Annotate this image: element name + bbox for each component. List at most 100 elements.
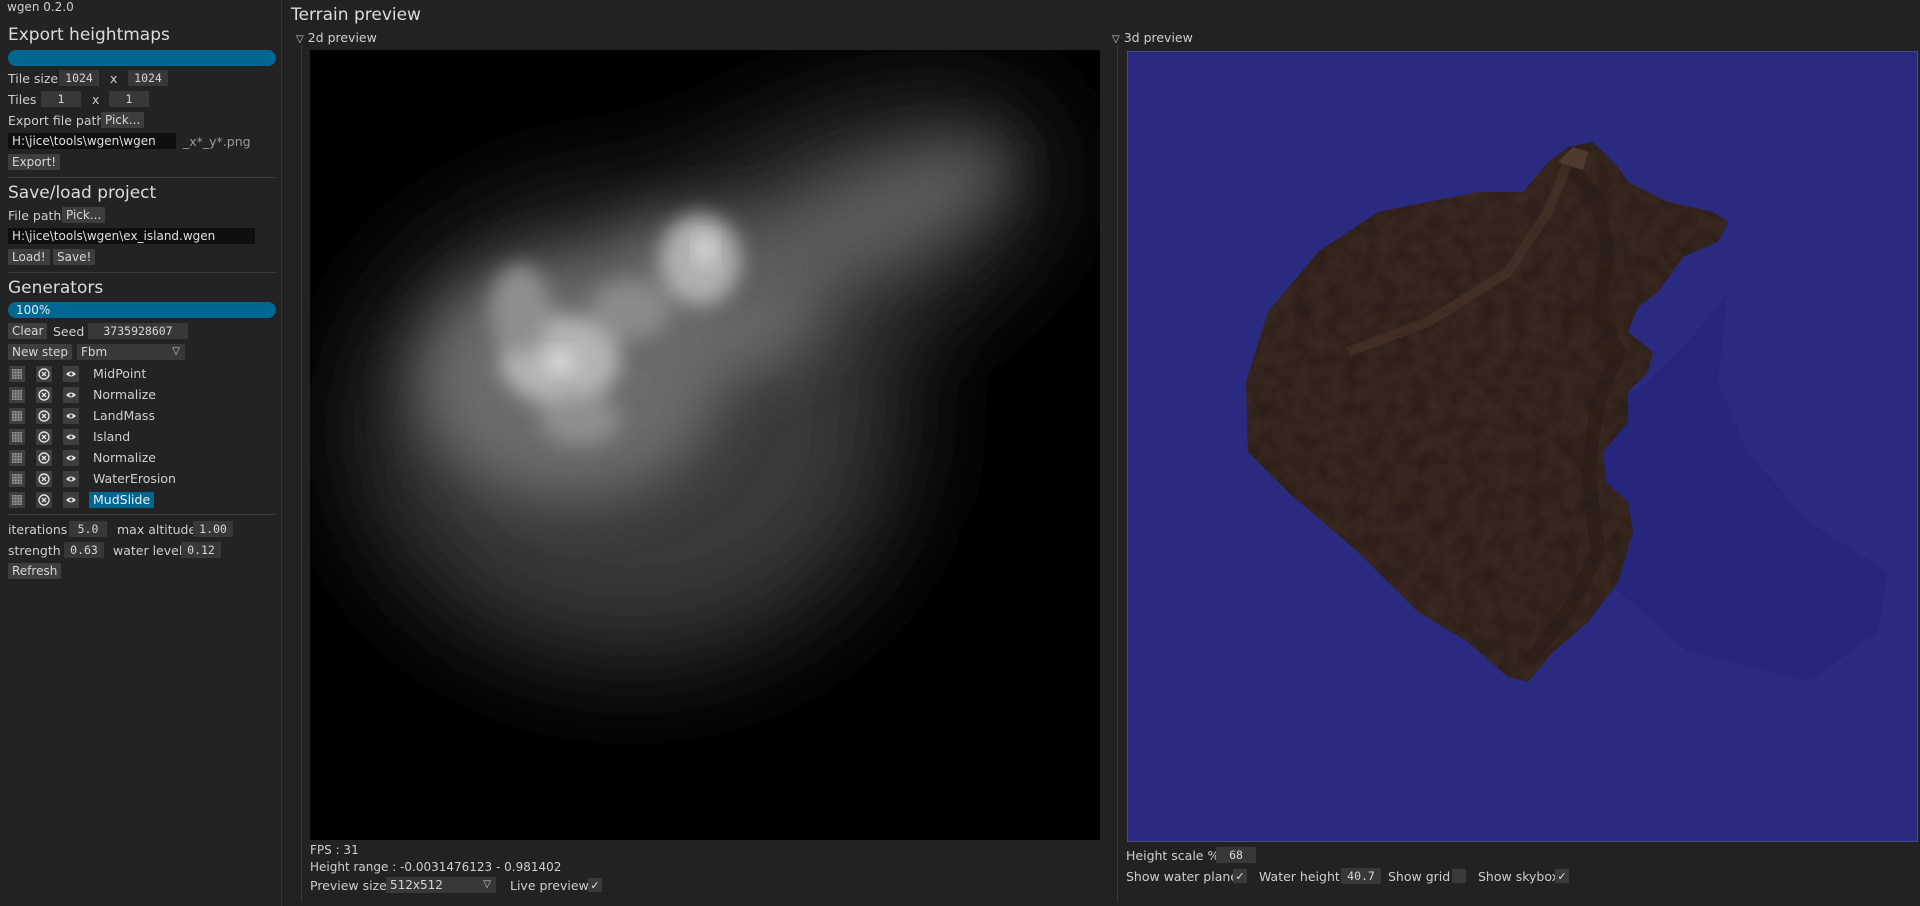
tiles-label: Tiles [8,92,37,107]
step-delete-button[interactable] [36,408,52,424]
step-delete-button[interactable] [36,387,52,403]
preview-size-label: Preview size [310,878,387,893]
generator-step-island[interactable]: Island [89,429,134,445]
check-icon: ✓ [1557,869,1567,883]
heightmap-image [310,50,1100,840]
height-scale-input[interactable]: 68 [1216,847,1256,863]
show-skybox-checkbox[interactable]: ✓ [1555,869,1569,883]
generator-step-mudslide[interactable]: MudSlide [89,492,155,508]
save-button[interactable]: Save! [53,249,96,265]
export-button[interactable]: Export! [8,154,61,170]
generators-progress-text: 100% [16,303,51,317]
step-delete-button[interactable] [36,450,52,466]
terrain-preview-title: Terrain preview [291,5,421,25]
water-height-input[interactable]: 40.7 [1341,868,1381,884]
height-scale-label: Height scale % [1126,848,1220,863]
iterations-input[interactable]: 5.0 [69,521,107,537]
heightmap-2d-view[interactable] [310,50,1100,840]
water-level-input[interactable]: 0.12 [181,542,221,558]
show-grid-label: Show grid [1388,869,1451,884]
tile-height-input[interactable]: 1024 [128,70,168,86]
close-circle-icon [38,494,50,506]
export-path-input[interactable]: H:\jice\tools\wgen\wgen [8,133,176,149]
load-button[interactable]: Load! [8,249,50,265]
step-visibility-button[interactable] [63,366,79,382]
step-visibility-button[interactable] [63,450,79,466]
eye-icon [66,434,76,440]
step-delete-button[interactable] [36,366,52,382]
export-section-title: Export heightmaps [8,25,170,45]
step-texture-button[interactable] [9,408,25,424]
tile-width-input[interactable]: 1024 [59,70,99,86]
eye-icon [66,371,76,377]
step-texture-button[interactable] [9,450,25,466]
step-type-dropdown[interactable]: Fbm ▽ [77,344,185,360]
close-circle-icon [38,431,50,443]
live-preview-checkbox[interactable]: ✓ [588,878,602,892]
preview-size-value: 512x512 [390,878,443,892]
preview2d-title: 2d preview [307,30,377,45]
texture-icon [12,453,22,463]
panel-border [301,46,302,902]
water-level-label: water level [113,543,183,558]
strength-input[interactable]: 0.63 [64,542,104,558]
tile-size-label: Tile size [8,71,59,86]
strength-label: strength [8,543,61,558]
generators-progress-bar: 100% [8,302,276,318]
new-step-button[interactable]: New step [8,344,72,360]
generator-step-normalize[interactable]: Normalize [89,387,160,403]
step-texture-button[interactable] [9,387,25,403]
refresh-button[interactable]: Refresh [8,563,62,579]
step-visibility-button[interactable] [63,408,79,424]
project-pick-button[interactable]: Pick... [62,207,106,223]
close-circle-icon [38,473,50,485]
live-preview-label: Live preview [510,878,589,893]
tiles-separator: x [92,92,100,107]
iterations-label: iterations [8,522,68,537]
step-delete-button[interactable] [36,471,52,487]
max-altitude-input[interactable]: 1.00 [193,521,233,537]
step-texture-button[interactable] [9,429,25,445]
generator-step-normalize[interactable]: Normalize [89,450,160,466]
preview3d-title: 3d preview [1123,30,1193,45]
tiles-y-input[interactable]: 1 [109,91,149,107]
project-path-label: File path [8,208,62,223]
show-grid-checkbox[interactable]: ✓ [1452,869,1466,883]
preview-size-dropdown[interactable]: 512x512 ▽ [386,877,496,893]
tiles-x-input[interactable]: 1 [41,91,81,107]
preview3d-header[interactable]: ▽ 3d preview [1112,30,1193,45]
export-suffix: _x*_y*.png [183,134,251,149]
close-circle-icon [38,389,50,401]
project-path-input[interactable]: H:\jice\tools\wgen\ex_island.wgen [8,228,255,244]
terrain-3d-view[interactable] [1127,51,1918,842]
step-delete-button[interactable] [36,492,52,508]
step-visibility-button[interactable] [63,492,79,508]
step-texture-button[interactable] [9,492,25,508]
app-version: wgen 0.2.0 [7,0,74,14]
project-section-title: Save/load project [8,183,157,203]
step-visibility-button[interactable] [63,429,79,445]
step-texture-button[interactable] [9,366,25,382]
eye-icon [66,455,76,461]
step-delete-button[interactable] [36,429,52,445]
clear-button[interactable]: Clear [8,323,48,339]
step-visibility-button[interactable] [63,387,79,403]
fps-readout: FPS : 31 [310,843,359,857]
texture-icon [12,369,22,379]
generator-step-watererosion[interactable]: WaterErosion [89,471,180,487]
tile-size-separator: x [110,71,118,86]
height-range-readout: Height range : -0.0031476123 - 0.981402 [310,860,562,874]
generator-step-landmass[interactable]: LandMass [89,408,159,424]
generator-step-midpoint[interactable]: MidPoint [89,366,150,382]
close-circle-icon [38,368,50,380]
show-water-checkbox[interactable]: ✓ [1233,869,1247,883]
seed-input[interactable]: 3735928607 [88,323,188,339]
check-icon: ✓ [590,878,600,892]
divider [8,514,276,515]
export-path-label: Export file path [8,113,105,128]
divider [8,177,276,178]
preview2d-header[interactable]: ▽ 2d preview [296,30,377,45]
step-visibility-button[interactable] [63,471,79,487]
step-texture-button[interactable] [9,471,25,487]
export-pick-button[interactable]: Pick... [101,112,145,128]
